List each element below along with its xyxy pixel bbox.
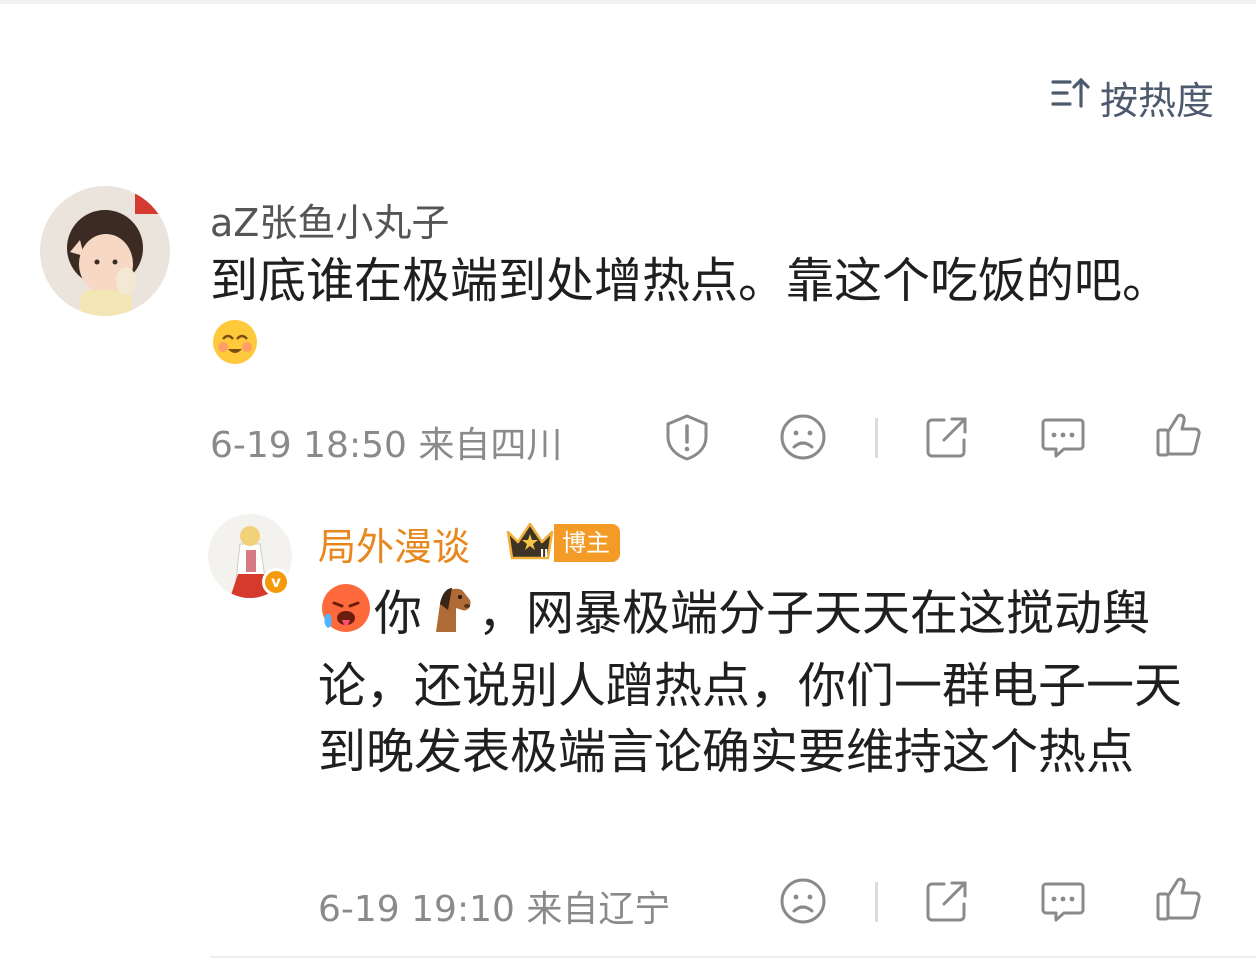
action-separator xyxy=(875,418,878,458)
comment-meta: 6-19 18:50 来自四川 xyxy=(210,416,562,468)
action-separator xyxy=(875,882,878,922)
comment-location: 来自四川 xyxy=(418,425,563,466)
like-icon[interactable] xyxy=(1154,874,1204,924)
hot-face-emoji xyxy=(318,580,374,653)
comment-text: 到底谁在极端到处增热点。靠这个吃饭的吧。 xyxy=(210,248,1170,384)
sort-by-hot-button[interactable]: 按热度 xyxy=(1050,70,1214,125)
comment-icon[interactable] xyxy=(1038,876,1088,926)
report-icon[interactable] xyxy=(662,412,712,462)
blogger-badge: II 博主 xyxy=(504,520,620,566)
share-icon[interactable] xyxy=(922,412,972,462)
reply-text: 你，网暴极端分子天天在这搅动舆论，还说别人蹭热点，你们一群电子一天到晚发表极端言… xyxy=(318,580,1218,785)
crown-icon: II xyxy=(504,520,556,566)
badge-label: 博主 xyxy=(554,524,620,562)
like-icon[interactable] xyxy=(1154,410,1204,460)
author-username[interactable]: 局外漫谈 xyxy=(318,516,470,571)
comment-icon[interactable] xyxy=(1038,412,1088,462)
sort-label: 按热度 xyxy=(1099,79,1214,123)
svg-text:II: II xyxy=(540,547,548,560)
horse-emoji xyxy=(422,580,478,653)
smiling-blush-emoji xyxy=(210,317,260,384)
reply-inline-word: 你 xyxy=(374,585,423,642)
avatar[interactable] xyxy=(40,186,170,316)
comment-time: 6-19 18:50 xyxy=(210,425,407,466)
reply-meta: 6-19 19:10 来自辽宁 xyxy=(318,880,670,932)
reply-location: 来自辽宁 xyxy=(526,889,671,930)
sort-icon xyxy=(1050,72,1092,123)
share-icon[interactable] xyxy=(922,876,972,926)
dislike-icon[interactable] xyxy=(778,412,828,462)
top-border xyxy=(0,0,1256,4)
dislike-icon[interactable] xyxy=(778,876,828,926)
divider xyxy=(210,956,1256,958)
reply-time: 6-19 19:10 xyxy=(318,889,515,930)
verified-badge: v xyxy=(262,568,290,596)
comment-username[interactable]: aZ张鱼小丸子 xyxy=(210,192,449,247)
